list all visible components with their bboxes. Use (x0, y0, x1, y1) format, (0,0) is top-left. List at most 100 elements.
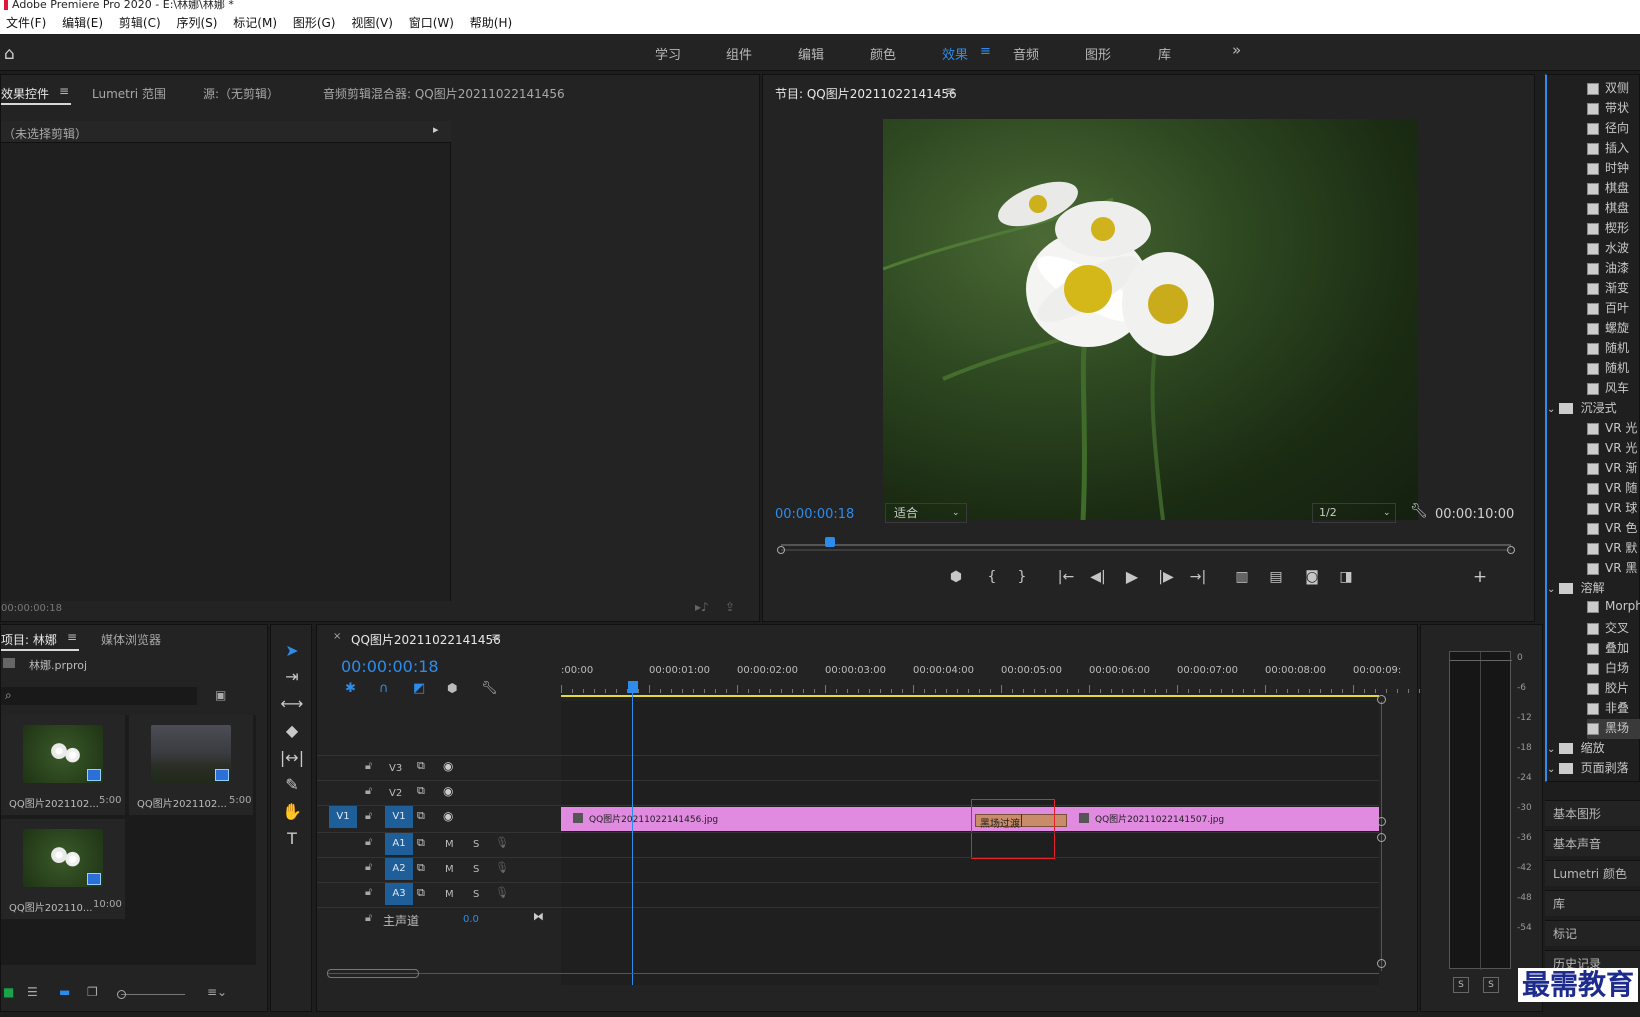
tab-audio-clip-mixer[interactable]: 音频剪辑混合器: QQ图片20211022141456 (323, 85, 565, 102)
mic-icon[interactable]: 🎙︎ (495, 836, 509, 849)
mic-icon[interactable]: 🎙︎ (495, 886, 509, 899)
linked-selection-icon[interactable]: ◩ (413, 681, 425, 696)
menu-view[interactable]: 视图(V) (351, 12, 393, 34)
workspace-assembly[interactable]: 组件 (726, 44, 752, 63)
solo-button[interactable]: S (473, 839, 479, 850)
effects-list-item[interactable]: 叠加 (1587, 639, 1640, 659)
effects-list-item[interactable]: 插入 (1587, 139, 1640, 159)
menu-help[interactable]: 帮助(H) (470, 12, 512, 34)
effects-folder[interactable]: ⌄ 溶解 (1547, 579, 1640, 599)
project-item[interactable]: QQ图片202110... 10:00 (1, 819, 125, 919)
menu-window[interactable]: 窗口(W) (409, 12, 454, 34)
lock-icon[interactable]: 🔓︎ (365, 885, 372, 899)
track-area[interactable] (561, 701, 1379, 985)
chevron-down-icon[interactable]: ⌄ (1547, 584, 1559, 595)
effects-folder[interactable]: ⌄ 页面剥落 (1547, 759, 1640, 779)
effects-list-item[interactable]: 渐变 (1587, 279, 1640, 299)
eye-icon[interactable]: ◉ (443, 759, 453, 773)
close-tab-icon[interactable]: × (333, 631, 341, 642)
tab-source[interactable]: 源:（无剪辑） (203, 85, 279, 102)
effects-list-item[interactable]: 水波 (1587, 239, 1640, 259)
scroll-handle[interactable] (1377, 817, 1386, 826)
effects-list-item[interactable]: 棋盘 (1587, 199, 1640, 219)
sync-lock-icon[interactable]: ⧉ (417, 759, 425, 773)
effects-list-item[interactable]: 双侧 (1587, 79, 1640, 99)
scroll-handle[interactable] (1377, 695, 1386, 704)
lock-icon[interactable]: 🔓︎ (365, 860, 372, 874)
new-bin-icon[interactable]: ▣ (215, 688, 226, 702)
workspace-learn[interactable]: 学习 (655, 44, 681, 63)
tab-lumetri-scopes[interactable]: Lumetri 范围 (92, 85, 166, 102)
sort-icon[interactable]: ≡⌄ (207, 985, 227, 999)
effects-list-item[interactable]: 楔形 (1587, 219, 1640, 239)
effects-list-item[interactable]: 黑场 (1587, 719, 1640, 739)
track-target-a1[interactable]: A1 (385, 833, 413, 855)
workspace-libraries[interactable]: 库 (1158, 44, 1171, 63)
effects-list-item[interactable]: 交叉 (1587, 619, 1640, 639)
workspace-graphics[interactable]: 图形 (1085, 44, 1111, 63)
chevron-down-icon[interactable]: ⌄ (1547, 404, 1559, 415)
marker-icon[interactable]: ⬢ (447, 681, 457, 695)
horizontal-scrollbar[interactable] (327, 973, 1379, 974)
menu-clip[interactable]: 剪辑(C) (119, 12, 161, 34)
workspace-editing[interactable]: 编辑 (798, 44, 824, 63)
timeline-timecode[interactable]: 00:00:00:18 (341, 657, 439, 676)
project-item[interactable]: QQ图片2021102... 5:00 (1, 715, 125, 815)
sync-lock-icon[interactable]: ⧉ (417, 861, 425, 875)
effects-list-item[interactable]: 随机 (1587, 359, 1640, 379)
mark-in-icon[interactable]: { (979, 569, 1005, 585)
program-timecode[interactable]: 00:00:00:18 (775, 507, 854, 522)
camera-icon[interactable]: ◙ (1299, 569, 1325, 585)
eye-icon[interactable]: ◉ (443, 784, 453, 798)
solo-button[interactable]: S (473, 864, 479, 875)
tab-project[interactable]: 项目: 林娜 (1, 631, 57, 648)
eye-icon[interactable]: ◉ (443, 809, 453, 823)
program-menu-icon[interactable]: ≡ (945, 84, 955, 98)
expand-tracks-icon[interactable]: ⧓ (533, 910, 544, 923)
mic-icon[interactable]: 🎙︎ (495, 861, 509, 874)
effects-list-item[interactable]: VR 光 (1587, 439, 1640, 459)
clip1-label[interactable]: QQ图片20211022141456.jpg (589, 812, 718, 825)
clip2-label[interactable]: QQ图片20211022141507.jpg (1095, 812, 1224, 825)
sync-lock-icon[interactable]: ⧉ (417, 809, 425, 823)
effects-list-item[interactable]: 棋盘 (1587, 179, 1640, 199)
program-scrubber[interactable] (781, 544, 1511, 546)
effects-list-item[interactable]: VR 色 (1587, 519, 1640, 539)
menu-file[interactable]: 文件(F) (6, 12, 46, 34)
effects-list-item[interactable]: VR 球 (1587, 499, 1640, 519)
home-icon[interactable]: ⌂ (4, 44, 15, 64)
panel-menu-icon[interactable]: ≡ (59, 84, 69, 98)
go-to-out-icon[interactable]: →| (1185, 569, 1211, 585)
menu-markers[interactable]: 标记(M) (233, 12, 277, 34)
menu-sequence[interactable]: 序列(S) (176, 12, 217, 34)
solo-button[interactable]: S (473, 889, 479, 900)
filter-icon[interactable]: ▸♪ (695, 600, 709, 614)
sequence-menu-icon[interactable]: ≡ (491, 630, 501, 644)
effects-list-item[interactable]: 风车 (1587, 379, 1640, 399)
export-icon[interactable]: ⇪ (725, 600, 735, 614)
source-patch-v1[interactable]: V1 (329, 806, 357, 828)
horizontal-scroll-thumb[interactable] (327, 969, 419, 978)
project-search-input[interactable]: ⌕ (1, 687, 197, 705)
program-title[interactable]: 节目: QQ图片20211022141456 (775, 85, 957, 102)
step-back-icon[interactable]: ◀| (1085, 569, 1111, 585)
mark-out-icon[interactable]: } (1009, 569, 1035, 585)
freeform-view-icon[interactable]: ❐ (87, 985, 98, 999)
go-to-in-icon[interactable]: |← (1053, 569, 1079, 585)
master-volume[interactable]: 0.0 (463, 914, 479, 925)
workspace-audio[interactable]: 音频 (1013, 44, 1039, 63)
razor-tool-icon[interactable]: ◆ (278, 720, 306, 742)
ripple-edit-tool-icon[interactable]: ⟷ (278, 693, 306, 715)
sequence-tab[interactable]: QQ图片20211022141456 (351, 631, 501, 648)
panel-markers[interactable]: 标记 (1545, 920, 1640, 946)
tab-effect-controls[interactable]: 效果控件 (1, 85, 49, 102)
workspace-menu-icon[interactable]: ≡ (980, 44, 991, 59)
effects-list-item[interactable]: 白场 (1587, 659, 1640, 679)
panel-essential-graphics[interactable]: 基本图形 (1545, 800, 1640, 826)
zoom-bar[interactable] (781, 549, 1511, 551)
settings-wrench-icon[interactable]: 🔧︎ (481, 681, 498, 696)
work-area-bar[interactable] (561, 695, 1379, 697)
zoom-slider-handle[interactable] (117, 990, 126, 999)
expand-arrow-icon[interactable]: ▸ (433, 123, 439, 136)
project-menu-icon[interactable]: ≡ (67, 630, 77, 644)
